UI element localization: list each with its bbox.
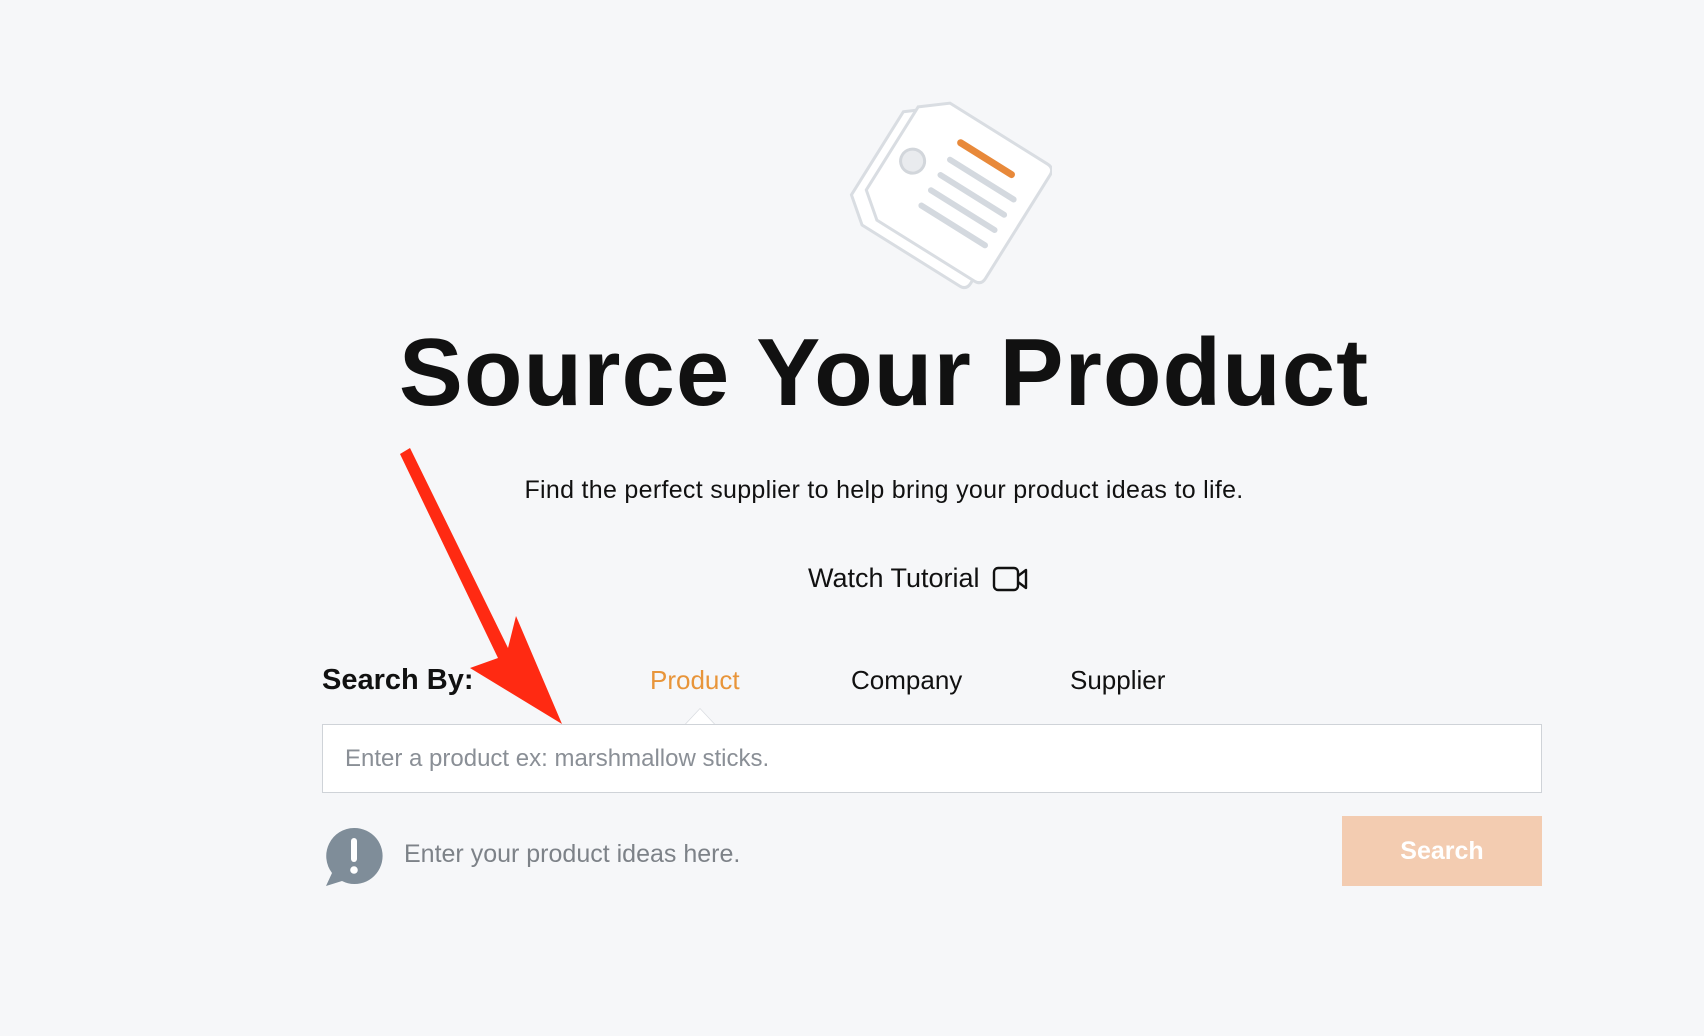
search-hint-text: Enter your product ideas here.: [404, 840, 741, 868]
tab-supplier[interactable]: Supplier: [1070, 665, 1165, 696]
tab-product[interactable]: Product: [650, 665, 740, 696]
annotation-arrow-icon: [400, 448, 562, 724]
active-tab-pointer: [686, 709, 714, 724]
watch-tutorial-link[interactable]: Watch Tutorial: [808, 563, 1028, 594]
page-subtitle: Find the perfect supplier to help bring …: [524, 476, 1244, 504]
tab-company[interactable]: Company: [851, 665, 962, 696]
price-tag-icon: [849, 101, 1052, 290]
search-button[interactable]: Search: [1342, 816, 1542, 886]
exclamation-speech-bubble-icon: [326, 827, 383, 886]
video-camera-icon: [992, 566, 1027, 591]
page-title: Source Your Product: [398, 319, 1370, 426]
watch-tutorial-label: Watch Tutorial: [808, 563, 980, 593]
product-search-input[interactable]: [322, 724, 1542, 793]
